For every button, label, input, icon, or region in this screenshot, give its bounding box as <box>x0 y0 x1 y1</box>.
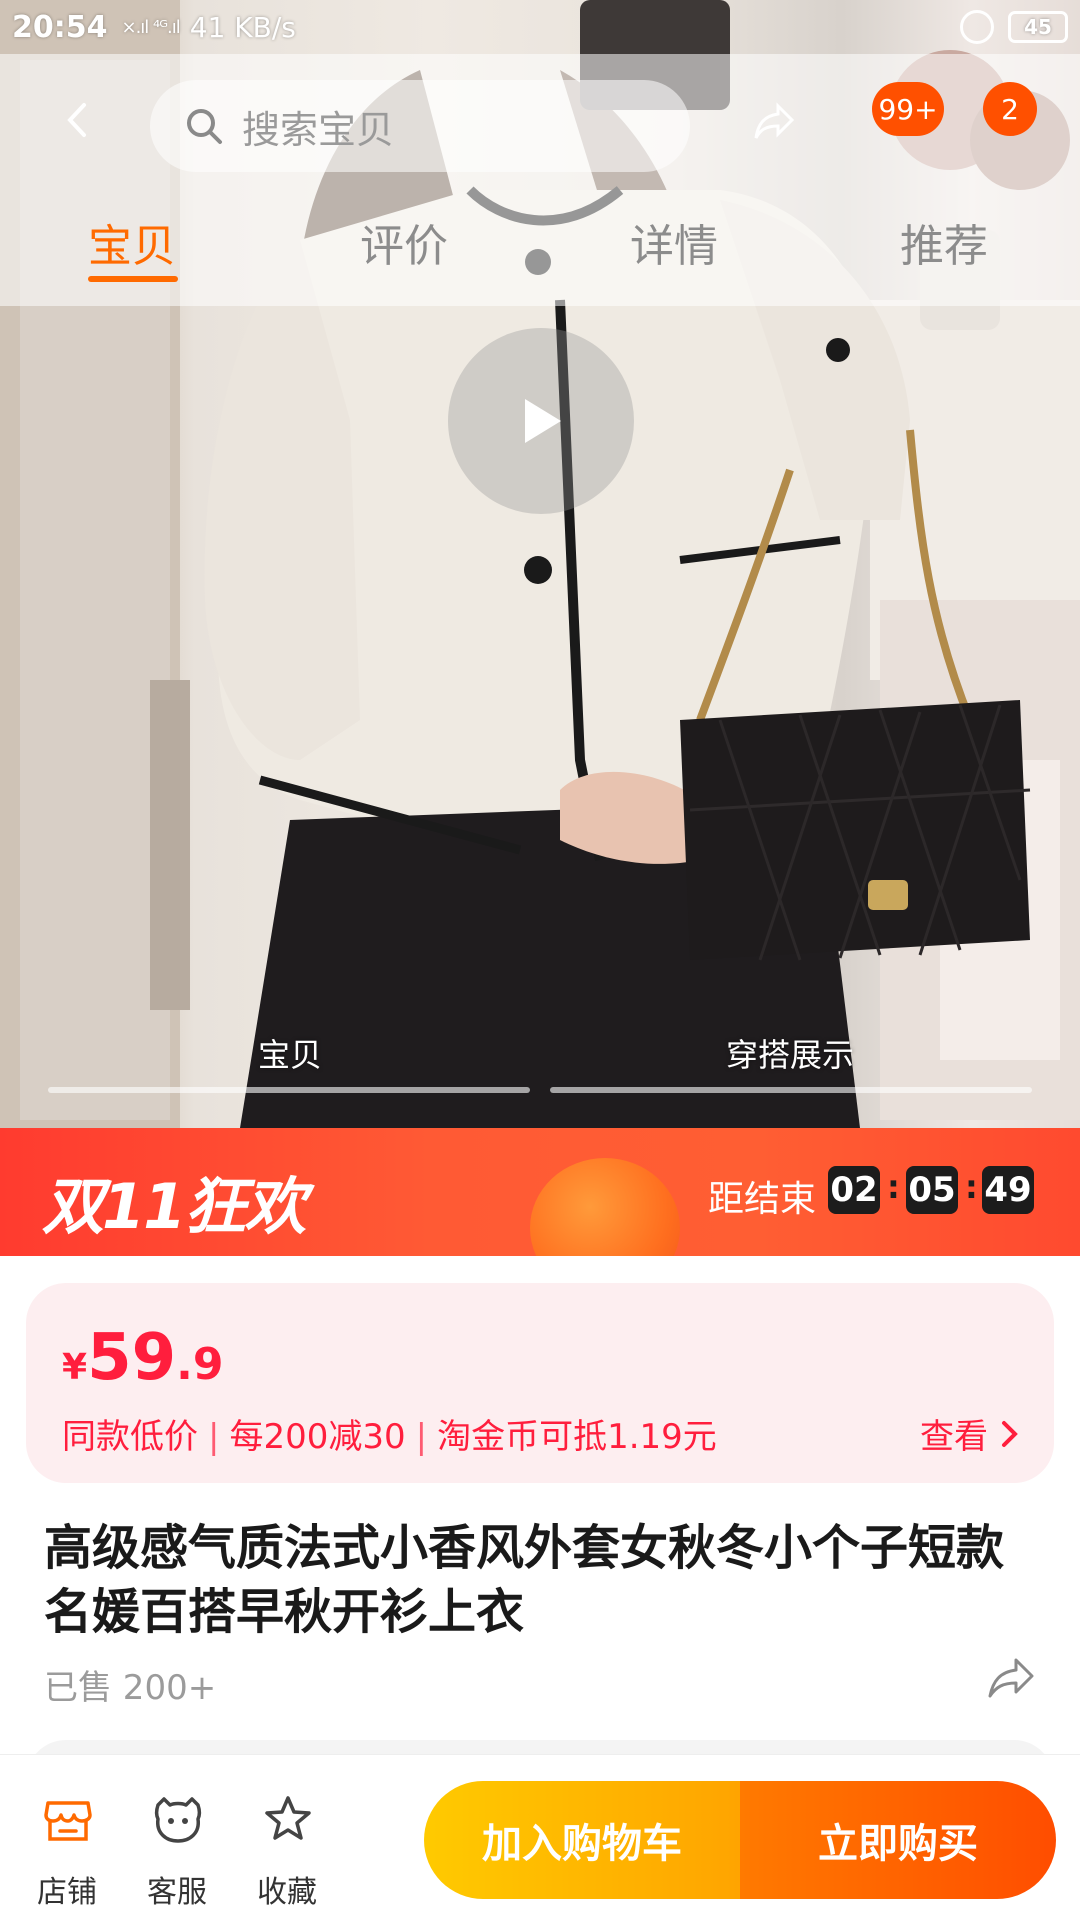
status-time: 20:54 <box>12 9 108 45</box>
star-icon <box>265 1796 311 1840</box>
view-more-label: 查看 <box>920 1417 988 1457</box>
sold-count: 已售 200+ <box>44 1668 217 1708</box>
search-icon <box>187 109 222 144</box>
countdown-colon: : <box>887 1168 900 1206</box>
product-media[interactable]: 20:54 ×.ıl ⁴ᴳ.ıl 41 KB/s 45 搜索宝贝 99+ 2 宝… <box>0 0 1080 1128</box>
customer-service-icon <box>154 1797 202 1843</box>
share-icon[interactable] <box>752 100 796 144</box>
tab-recommend[interactable]: 推荐 <box>900 210 988 274</box>
price-tag: 每200减30 <box>229 1417 406 1457</box>
price-tag: 同款低价 <box>62 1417 198 1457</box>
bottom-action-bar: 店铺 客服 收藏 加入购物车 立即购买 <box>0 1754 1080 1920</box>
countdown-seconds: 49 <box>982 1166 1034 1214</box>
tab-details[interactable]: 详情 <box>630 210 718 274</box>
shop-label: 店铺 <box>37 1875 97 1910</box>
add-to-cart-button[interactable]: 加入购物车 <box>424 1781 740 1899</box>
price-tags: 同款低价 | 每200减30 | 淘金币可抵1.19元 <box>62 1417 717 1457</box>
back-arrow-icon[interactable] <box>60 102 96 138</box>
promo-mascot <box>530 1158 680 1256</box>
price-card: ¥59.9 同款低价 | 每200减30 | 淘金币可抵1.19元 查看 <box>26 1283 1054 1483</box>
media-tab-outfits[interactable]: 穿搭展示 <box>726 1030 854 1076</box>
status-bar: 20:54 ×.ıl ⁴ᴳ.ıl 41 KB/s 45 <box>0 0 1080 54</box>
play-icon <box>525 399 561 443</box>
view-more-link[interactable]: 查看 <box>920 1409 1020 1458</box>
favorite-button[interactable]: 收藏 <box>232 1755 342 1920</box>
tab-item[interactable]: 宝贝 <box>88 210 176 274</box>
network-speed: 41 KB/s <box>189 10 296 44</box>
customer-service-label: 客服 <box>147 1875 207 1910</box>
search-input[interactable]: 搜索宝贝 <box>150 80 690 172</box>
shop-button[interactable]: 店铺 <box>12 1755 122 1920</box>
price-decimal: .9 <box>176 1339 224 1390</box>
media-progress-product <box>48 1087 530 1093</box>
price: ¥59.9 <box>62 1321 223 1395</box>
rotation-lock-icon <box>960 10 994 44</box>
shop-icon <box>44 1801 92 1841</box>
promo-title: 双11狂欢 <box>42 1170 306 1243</box>
cart-badge[interactable]: 99+ <box>872 82 944 136</box>
signal-icon: ×.ıl ⁴ᴳ.ıl <box>121 16 181 38</box>
search-placeholder: 搜索宝贝 <box>242 107 395 152</box>
message-badge[interactable]: 2 <box>983 82 1037 136</box>
media-tabs: 宝贝 穿搭展示 <box>0 1030 1080 1090</box>
promo-banner[interactable]: 双11狂欢 距结束 02 : 05 : 49 <box>0 1128 1080 1256</box>
price-integer: 59 <box>87 1321 177 1395</box>
favorite-label: 收藏 <box>257 1875 317 1910</box>
price-currency: ¥ <box>62 1347 88 1388</box>
active-tab-indicator <box>88 276 178 282</box>
buy-now-button[interactable]: 立即购买 <box>740 1781 1056 1899</box>
play-button[interactable] <box>448 328 634 514</box>
product-title: 高级感气质法式小香风外套女秋冬小个子短款名媛百搭早秋开衫上衣 <box>44 1520 1005 1640</box>
countdown-hours: 02 <box>828 1166 880 1214</box>
tab-reviews[interactable]: 评价 <box>360 210 448 274</box>
section-tabs: 宝贝 评价 详情 推荐 <box>0 210 1080 290</box>
countdown-label: 距结束 <box>708 1179 817 1220</box>
countdown-minutes: 05 <box>906 1166 958 1214</box>
chevron-right-icon <box>1002 1420 1018 1447</box>
price-tag: 淘金币可抵1.19元 <box>437 1417 717 1457</box>
battery-icon: 45 <box>1008 11 1068 43</box>
media-tab-product[interactable]: 宝贝 <box>258 1030 322 1076</box>
customer-service-button[interactable]: 客服 <box>122 1755 232 1920</box>
share-icon[interactable] <box>986 1656 1036 1700</box>
countdown-colon: : <box>965 1168 978 1206</box>
media-progress-outfits <box>550 1087 1032 1093</box>
